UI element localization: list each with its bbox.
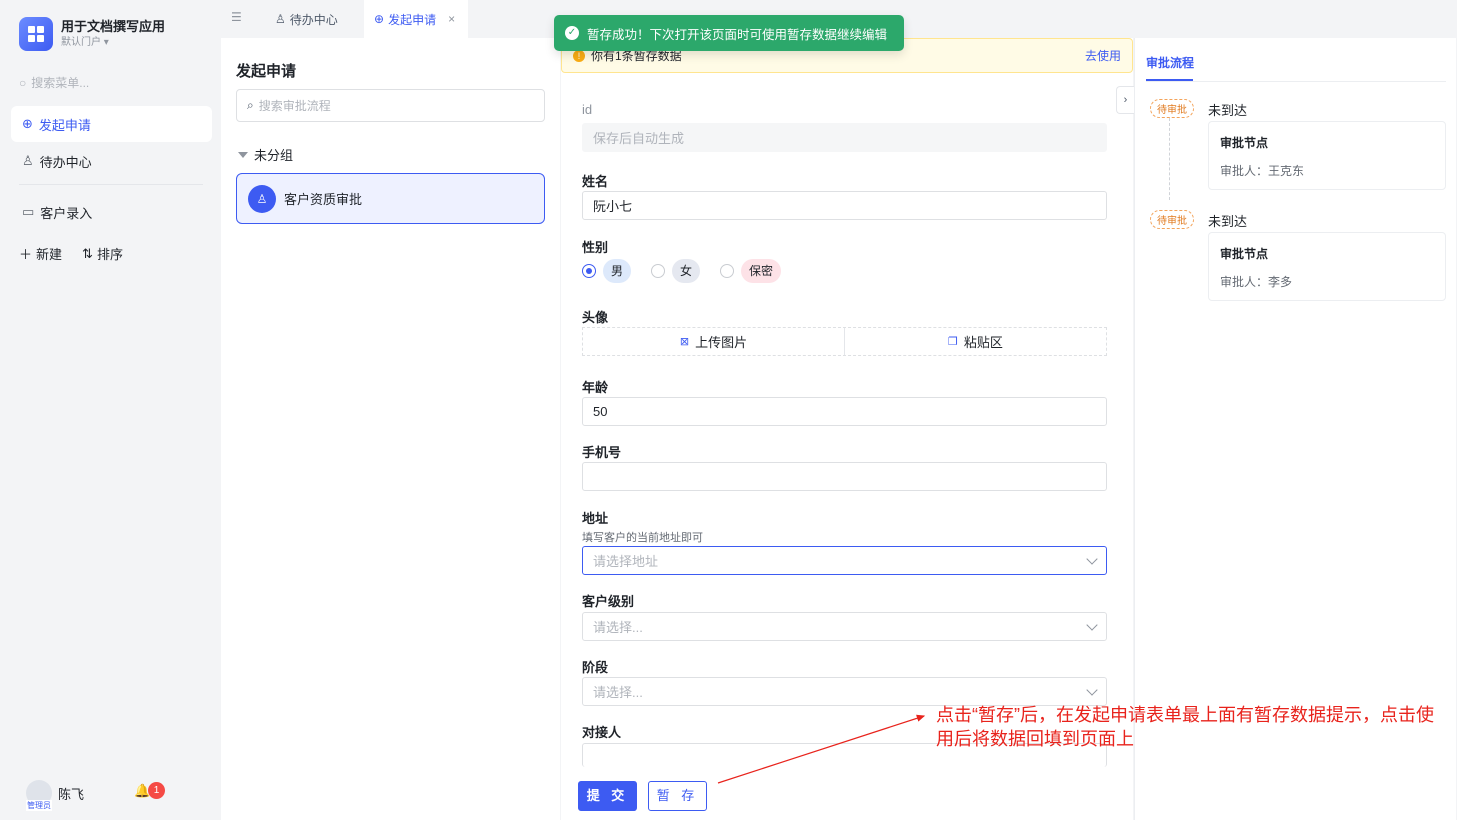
- divider: [1146, 81, 1446, 82]
- phone-field[interactable]: [582, 462, 1107, 491]
- tab-todo-center[interactable]: ♙ 待办中心: [265, 0, 348, 38]
- new-button[interactable]: ＋新建: [19, 244, 62, 263]
- warning-icon: !: [573, 49, 585, 62]
- search-icon: ⌕: [247, 98, 254, 112]
- success-toast: ✓ 暂存成功！下次打开该页面时可使用暂存数据继续编辑: [554, 15, 904, 51]
- chevron-down-icon: [1086, 553, 1098, 565]
- gender-label: 性别: [582, 240, 609, 255]
- level-select[interactable]: 请选择...: [582, 612, 1107, 641]
- group-toggle[interactable]: 未分组: [238, 145, 293, 164]
- avatar: 管理员: [26, 780, 52, 811]
- avatar-upload: ⊠ 上传图片 ❐ 粘贴区: [582, 327, 1107, 356]
- submit-button[interactable]: 提 交: [578, 781, 637, 811]
- age-field[interactable]: 50: [582, 397, 1107, 426]
- tab-start-request[interactable]: ⊕ 发起申请 ×: [364, 0, 468, 38]
- stamp-icon: ♙: [275, 12, 286, 26]
- chevron-right-icon[interactable]: ›: [1116, 86, 1134, 114]
- search-icon: ○: [19, 75, 27, 90]
- approval-node-card[interactable]: 审批节点 审批人：王克东: [1208, 121, 1446, 190]
- name-field[interactable]: 阮小七: [582, 191, 1107, 220]
- address-select[interactable]: 请选择地址: [582, 546, 1107, 575]
- chevron-down-icon: [1086, 619, 1098, 631]
- step-status-tag: 待审批: [1150, 210, 1194, 229]
- stage-select[interactable]: 请选择...: [582, 677, 1107, 706]
- upload-image-button[interactable]: ⊠ 上传图片: [583, 328, 844, 355]
- flow-card-customer-qualification[interactable]: ♙ 客户资质审批: [236, 173, 545, 224]
- paste-area[interactable]: ❐ 粘贴区: [844, 328, 1106, 355]
- user-name: 陈飞: [58, 786, 85, 802]
- use-draft-link[interactable]: 去使用: [1085, 47, 1121, 64]
- contact-label: 对接人: [582, 725, 622, 740]
- sidebar-item-start-request[interactable]: ⊕ 发起申请: [11, 106, 212, 142]
- timeline-line: [1169, 118, 1170, 200]
- id-label: id: [582, 102, 593, 117]
- close-icon[interactable]: ×: [448, 12, 455, 26]
- plus-circle-icon: ⊕: [22, 116, 33, 131]
- level-label: 客户级别: [582, 594, 635, 609]
- gender-radio-group: 男 女 保密: [582, 259, 782, 283]
- flow-search-input[interactable]: ⌕ 搜索审批流程: [236, 89, 545, 122]
- app-header[interactable]: 用于文档撰写应用 默认门户 ▾: [19, 17, 165, 51]
- clipboard-icon: ❐: [948, 336, 958, 348]
- notification-badge: 1: [148, 782, 165, 799]
- tab-approval-flow[interactable]: 审批流程: [1146, 54, 1194, 71]
- plus-circle-icon: ⊕: [374, 12, 385, 26]
- step-state: 未到达: [1208, 214, 1248, 229]
- sidebar: 用于文档撰写应用 默认门户 ▾ ○ 搜索菜单... ⊕ 发起申请 ♙ 待办中心 …: [0, 0, 221, 820]
- stage-label: 阶段: [582, 660, 609, 675]
- step-status-tag: 待审批: [1150, 99, 1194, 118]
- page-title: 发起申请: [236, 63, 297, 80]
- name-label: 姓名: [582, 174, 609, 189]
- sidebar-item-customer-entry[interactable]: ▭ 客户录入: [11, 194, 212, 230]
- save-draft-button[interactable]: 暂 存: [648, 781, 707, 811]
- address-hint: 填写客户的当前地址即可: [582, 532, 703, 544]
- app-title: 用于文档撰写应用: [61, 19, 166, 34]
- sidebar-item-todo-center[interactable]: ♙ 待办中心: [11, 143, 212, 179]
- gender-option-male[interactable]: 男: [582, 259, 632, 283]
- gender-option-secret[interactable]: 保密: [720, 259, 782, 283]
- form-icon: ▭: [22, 204, 35, 219]
- radio-unchecked: [720, 264, 735, 278]
- avatar-label: 头像: [582, 310, 609, 325]
- approval-node-card[interactable]: 审批节点 审批人：李多: [1208, 232, 1446, 301]
- caret-down-icon: [238, 151, 248, 158]
- divider: [19, 184, 203, 185]
- image-icon: ⊠: [679, 336, 690, 348]
- gender-option-female[interactable]: 女: [651, 259, 701, 283]
- app-logo-icon: [19, 17, 53, 51]
- stamp-icon: ♙: [248, 184, 276, 213]
- flow-list-panel: 发起申请 ⌕ 搜索审批流程 未分组 ♙ 客户资质审批: [221, 38, 560, 820]
- radio-unchecked: [651, 264, 666, 278]
- sort-button[interactable]: ⇅ 排序: [82, 244, 123, 263]
- sort-icon: ⇅: [82, 245, 93, 261]
- step-state: 未到达: [1208, 103, 1248, 118]
- stamp-icon: ♙: [22, 153, 34, 168]
- chevron-down-icon: [1086, 684, 1098, 696]
- plus-icon: ＋: [19, 247, 33, 262]
- address-label: 地址: [582, 511, 609, 526]
- radio-checked: [582, 264, 596, 278]
- age-label: 年龄: [582, 380, 609, 395]
- portal-switcher[interactable]: 默认门户 ▾: [61, 36, 165, 50]
- id-field: 保存后自动生成: [582, 123, 1107, 152]
- phone-label: 手机号: [582, 445, 622, 460]
- collapse-menu-icon[interactable]: ☰: [231, 10, 242, 24]
- annotation-text: 点击“暂存”后，在发起申请表单最上面有暂存数据提示，点击使用后将数据回填到页面上: [936, 705, 1434, 749]
- caret-down-icon: ▾: [103, 37, 109, 48]
- check-circle-icon: ✓: [565, 26, 579, 40]
- menu-search-input[interactable]: ○ 搜索菜单...: [19, 74, 89, 91]
- user-menu[interactable]: 管理员 陈飞: [26, 780, 85, 811]
